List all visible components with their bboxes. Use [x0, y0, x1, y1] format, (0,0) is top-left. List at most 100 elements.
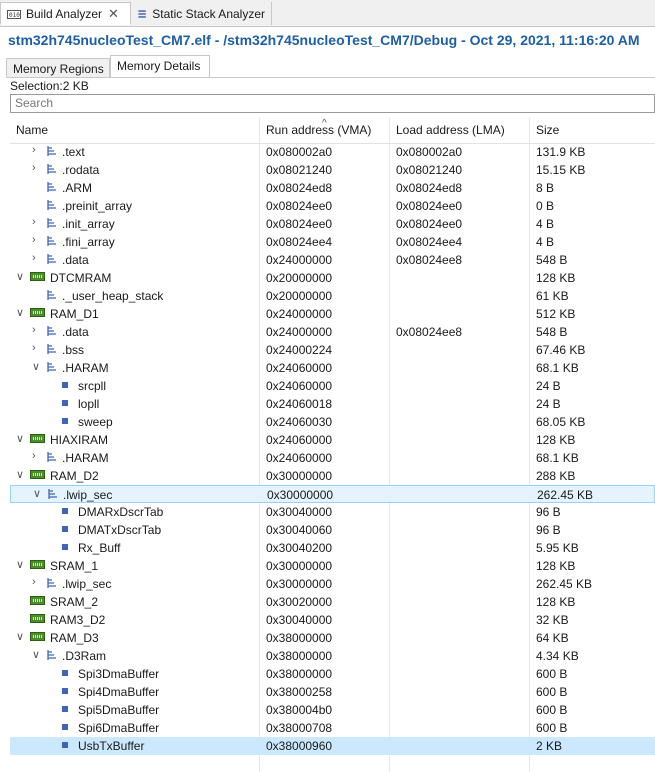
- close-icon[interactable]: ✕: [108, 6, 119, 22]
- search-input[interactable]: Search: [10, 94, 655, 113]
- memory-region-icon: [30, 632, 45, 641]
- table-row[interactable]: srcpll 0x24060000 24 B: [10, 377, 655, 395]
- tab-memory-regions[interactable]: Memory Regions: [6, 58, 110, 78]
- table-row[interactable]: Spi6DmaBuffer 0x38000708 600 B: [10, 719, 655, 737]
- table-row[interactable]: lopll 0x24060018 24 B: [10, 395, 655, 413]
- tab-memory-details[interactable]: Memory Details: [110, 55, 210, 78]
- cell-size: 128 KB: [536, 595, 576, 609]
- table-row[interactable]: ∨ SRAM_1 0x30000000 128 KB: [10, 557, 655, 575]
- row-name: .bss: [62, 343, 85, 357]
- cell-run-address: 0x20000000: [266, 271, 333, 285]
- chevron-right-icon[interactable]: ›: [32, 450, 42, 462]
- chevron-down-icon[interactable]: ∨: [16, 270, 26, 283]
- table-row[interactable]: ∨ HIAXIRAM 0x24060000 128 KB: [10, 431, 655, 449]
- table-row[interactable]: ∨ RAM_D2 0x30000000 288 KB: [10, 467, 655, 485]
- symbol-icon: [62, 742, 68, 748]
- row-name: RAM_D3: [50, 631, 99, 645]
- cell-size: 4 B: [536, 217, 555, 231]
- editor-tab-bar: 010 Build Analyzer ✕ Static Stack Analyz…: [0, 0, 655, 27]
- table-row[interactable]: › .HARAM 0x24060000 68.1 KB: [10, 449, 655, 467]
- table-row[interactable]: Spi3DmaBuffer 0x38000000 600 B: [10, 665, 655, 683]
- row-name: Rx_Buff: [78, 541, 121, 555]
- table-row[interactable]: .ARM 0x08024ed8 0x08024ed8 8 B: [10, 179, 655, 197]
- chevron-down-icon[interactable]: ∨: [33, 487, 43, 500]
- table-row[interactable]: Spi5DmaBuffer 0x380004b0 600 B: [10, 701, 655, 719]
- chevron-right-icon[interactable]: ›: [32, 324, 42, 336]
- cell-size: 128 KB: [536, 559, 576, 573]
- memory-region-icon: [30, 596, 45, 605]
- table-row[interactable]: UsbTxBuffer 0x38000960 2 KB: [10, 737, 655, 755]
- table-row[interactable]: SRAM_2 0x30020000 128 KB: [10, 593, 655, 611]
- cell-run-address: 0x08024ed8: [266, 181, 333, 195]
- row-name: Spi5DmaBuffer: [78, 703, 160, 717]
- cell-size: 67.46 KB: [536, 343, 586, 357]
- table-row[interactable]: › .rodata 0x08021240 0x08021240 15.15 KB: [10, 161, 655, 179]
- cell-run-address: 0x38000708: [266, 721, 333, 735]
- table-row[interactable]: › .data 0x24000000 0x08024ee8 548 B: [10, 251, 655, 269]
- table-row[interactable]: sweep 0x24060030 68.05 KB: [10, 413, 655, 431]
- table-row[interactable]: Spi4DmaBuffer 0x38000258 600 B: [10, 683, 655, 701]
- table-row[interactable]: › .data 0x24000000 0x08024ee8 548 B: [10, 323, 655, 341]
- row-name: UsbTxBuffer: [78, 739, 145, 753]
- chevron-down-icon[interactable]: ∨: [16, 558, 26, 571]
- cell-size: 8 B: [536, 181, 555, 195]
- row-name: HIAXIRAM: [50, 433, 109, 447]
- table-row[interactable]: ._user_heap_stack 0x20000000 61 KB: [10, 287, 655, 305]
- chevron-right-icon[interactable]: ›: [32, 576, 42, 588]
- row-name: .data: [62, 325, 89, 339]
- chevron-down-icon[interactable]: ∨: [16, 468, 26, 481]
- table-row[interactable]: ∨ RAM_D3 0x38000000 64 KB: [10, 629, 655, 647]
- chevron-down-icon[interactable]: ∨: [32, 648, 42, 661]
- table-row[interactable]: ∨ .D3Ram 0x38000000 4.34 KB: [10, 647, 655, 665]
- chevron-right-icon[interactable]: ›: [32, 144, 42, 156]
- chevron-down-icon[interactable]: ∨: [16, 432, 26, 445]
- table-row[interactable]: › .lwip_sec 0x30000000 262.45 KB: [10, 575, 655, 593]
- section-icon: [47, 236, 56, 246]
- cell-size: 600 B: [536, 667, 568, 681]
- column-header-run-address[interactable]: Run address (VMA): [266, 123, 371, 137]
- row-name: RAM_D2: [50, 469, 99, 483]
- row-name: .HARAM: [62, 451, 109, 465]
- table-row[interactable]: › .fini_array 0x08024ee4 0x08024ee4 4 B: [10, 233, 655, 251]
- table-row[interactable]: › .init_array 0x08024ee0 0x08024ee0 4 B: [10, 215, 655, 233]
- chevron-right-icon[interactable]: ›: [32, 342, 42, 354]
- table-row[interactable]: › .bss 0x24000224 67.46 KB: [10, 341, 655, 359]
- cell-size: 15.15 KB: [536, 163, 586, 177]
- cell-run-address: 0x08024ee4: [266, 235, 333, 249]
- cell-size: 131.9 KB: [536, 145, 586, 159]
- cell-size: 68.1 KB: [536, 451, 579, 465]
- chevron-right-icon[interactable]: ›: [32, 216, 42, 228]
- symbol-icon: [62, 418, 68, 424]
- symbol-icon: [62, 544, 68, 550]
- table-row[interactable]: DMARxDscrTab 0x30040000 96 B: [10, 503, 655, 521]
- row-name: Spi3DmaBuffer: [78, 667, 160, 681]
- column-header-name[interactable]: Name: [16, 123, 48, 137]
- table-row[interactable]: ∨ DTCMRAM 0x20000000 128 KB: [10, 269, 655, 287]
- chevron-down-icon[interactable]: ∨: [16, 306, 26, 319]
- table-row[interactable]: RAM3_D2 0x30040000 32 KB: [10, 611, 655, 629]
- memory-region-icon: [30, 560, 45, 569]
- column-header-load-address[interactable]: Load address (LMA): [396, 123, 505, 137]
- row-name: SRAM_1: [50, 559, 99, 573]
- cell-run-address: 0x38000258: [266, 685, 333, 699]
- table-row[interactable]: › .text 0x080002a0 0x080002a0 131.9 KB: [10, 143, 655, 161]
- table-row[interactable]: Rx_Buff 0x30040200 5.95 KB: [10, 539, 655, 557]
- table-row[interactable]: ∨ .lwip_sec 0x30000000 262.45 KB: [10, 485, 655, 503]
- row-name: .init_array: [62, 217, 115, 231]
- table-row[interactable]: ∨ RAM_D1 0x24000000 512 KB: [10, 305, 655, 323]
- chevron-right-icon[interactable]: ›: [32, 162, 42, 174]
- tab-build-analyzer[interactable]: 010 Build Analyzer ✕: [0, 2, 131, 25]
- cell-size: 600 B: [536, 703, 568, 717]
- section-icon: [47, 218, 56, 228]
- chevron-down-icon[interactable]: ∨: [32, 360, 42, 373]
- table-row[interactable]: DMATxDscrTab 0x30040060 96 B: [10, 521, 655, 539]
- table-row[interactable]: ∨ .HARAM 0x24060000 68.1 KB: [10, 359, 655, 377]
- chevron-right-icon[interactable]: ›: [32, 252, 42, 264]
- column-header-size[interactable]: Size: [536, 123, 559, 137]
- cell-size: 24 B: [536, 379, 561, 393]
- cell-run-address: 0x24060000: [266, 451, 333, 465]
- table-row[interactable]: .preinit_array 0x08024ee0 0x08024ee0 0 B: [10, 197, 655, 215]
- tab-static-stack-analyzer[interactable]: Static Stack Analyzer: [131, 2, 272, 25]
- chevron-down-icon[interactable]: ∨: [16, 630, 26, 643]
- chevron-right-icon[interactable]: ›: [32, 234, 42, 246]
